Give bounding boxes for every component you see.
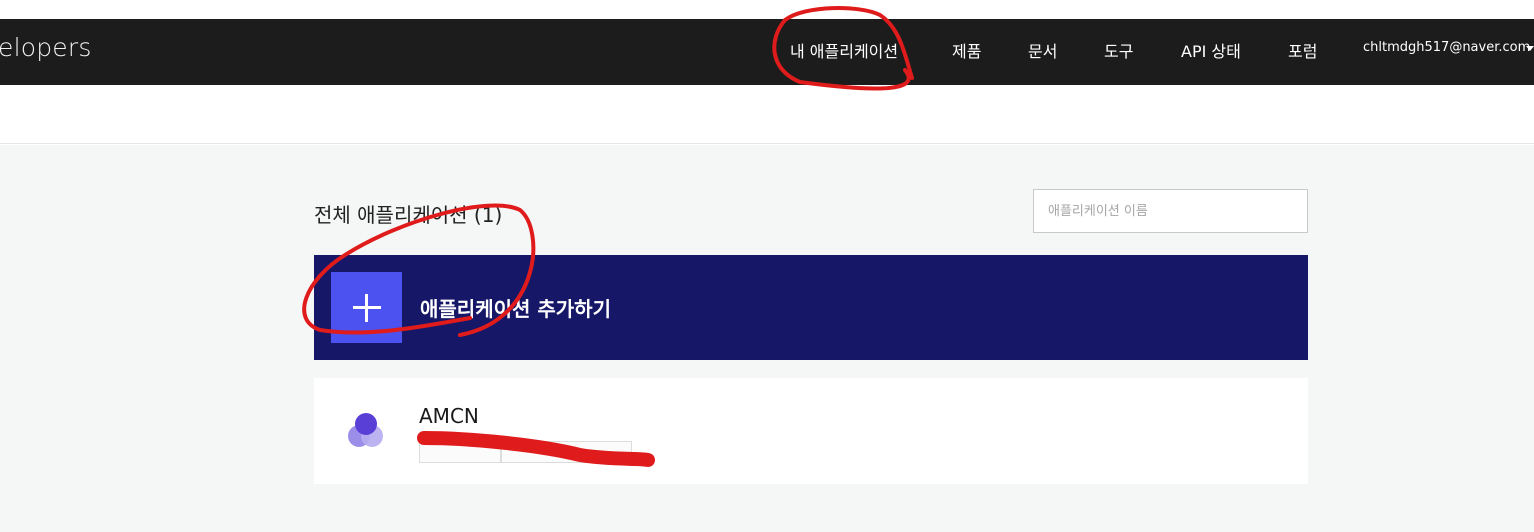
application-search-input[interactable] (1033, 189, 1308, 233)
app-tag (419, 441, 501, 463)
app-tag (501, 441, 632, 463)
top-navbar: elopers 내 애플리케이션 제품 문서 도구 API 상태 포럼 chlt… (0, 19, 1534, 85)
nav-item-api-status[interactable]: API 상태 (1181, 38, 1241, 62)
plus-icon (331, 272, 402, 343)
add-application-label: 애플리케이션 추가하기 (420, 297, 611, 321)
user-account-menu[interactable]: chltmdgh517@naver.com (1363, 40, 1530, 55)
chevron-down-icon[interactable] (1526, 46, 1534, 51)
application-name: AMCN (419, 404, 479, 428)
nav-item-products[interactable]: 제품 (952, 38, 981, 62)
page-title: 전체 애플리케이션 (1) (314, 203, 503, 227)
application-card[interactable]: AMCN (314, 378, 1308, 484)
top-strip (0, 0, 1534, 19)
brand-logo-text[interactable]: elopers (0, 33, 92, 62)
app-logo-icon (348, 413, 383, 447)
nav-item-tools[interactable]: 도구 (1104, 38, 1133, 62)
main-content: 전체 애플리케이션 (1) 애플리케이션 추가하기 AMCN (0, 145, 1534, 532)
nav-item-my-applications[interactable]: 내 애플리케이션 (790, 38, 898, 62)
nav-item-documents[interactable]: 문서 (1028, 38, 1057, 62)
nav-item-forum[interactable]: 포럼 (1288, 38, 1317, 62)
sub-header (0, 85, 1534, 144)
add-application-button[interactable]: 애플리케이션 추가하기 (314, 255, 1308, 360)
page: elopers 내 애플리케이션 제품 문서 도구 API 상태 포럼 chlt… (0, 0, 1534, 532)
